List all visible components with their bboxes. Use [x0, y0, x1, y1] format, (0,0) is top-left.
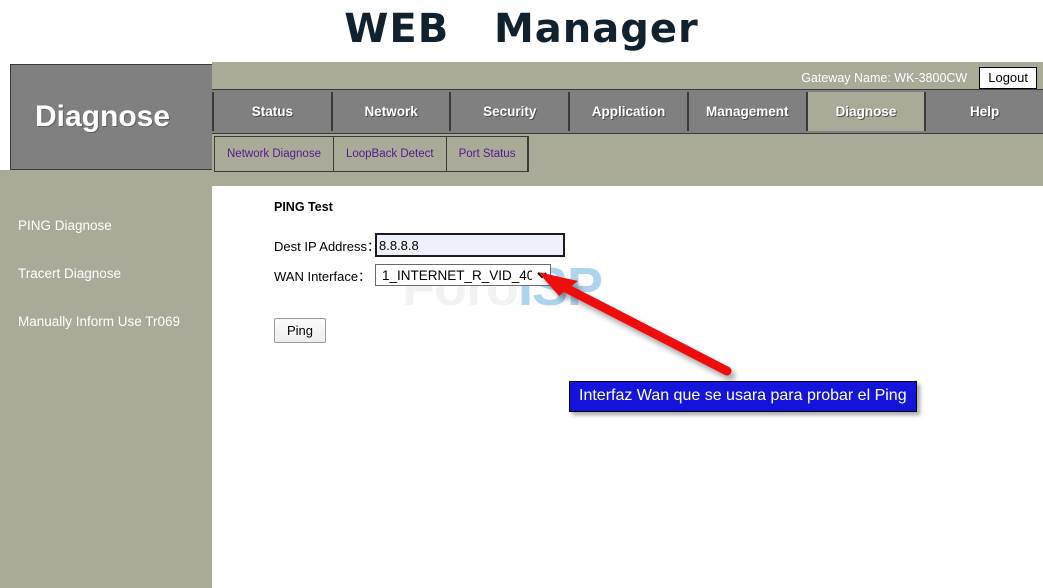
tab-label: Network [364, 104, 418, 119]
sidebar-menu: PING Diagnose Tracert Diagnose Manually … [0, 170, 212, 346]
ping-button[interactable]: Ping [274, 318, 327, 343]
wan-interface-row: WAN Interface： 1_INTERNET_R_VID_400 [274, 262, 565, 288]
tab-label: Security [483, 104, 537, 119]
sidebar-item-ping-diagnose[interactable]: PING Diagnose [0, 202, 212, 250]
content-area: ForoISP PING Test Dest IP Address： WAN I… [212, 186, 1043, 588]
sub-navigation: Network Diagnose LoopBack Detect Port St… [214, 136, 530, 172]
section-title: PING Test [274, 200, 333, 214]
tab-application[interactable]: Application [569, 92, 688, 131]
tab-label: Help [970, 104, 1000, 119]
sidebar-item-manually-inform-tr069[interactable]: Manually Inform Use Tr069 [0, 298, 212, 346]
tab-status[interactable]: Status [212, 92, 332, 131]
sidebar-item-label: Tracert Diagnose [18, 266, 122, 281]
sidebar-item-tracert-diagnose[interactable]: Tracert Diagnose [0, 250, 212, 298]
sidebar-item-label: PING Diagnose [18, 218, 112, 233]
wan-interface-label: WAN Interface： [274, 268, 372, 284]
tab-diagnose[interactable]: Diagnose [806, 92, 926, 131]
sidebar-top-spacer [0, 62, 10, 172]
tab-security[interactable]: Security [450, 92, 570, 131]
sidebar-item-label: Manually Inform Use Tr069 [18, 314, 181, 329]
tab-network[interactable]: Network [331, 92, 451, 131]
subtab-port-status[interactable]: Port Status [446, 137, 529, 171]
tab-label: Application [591, 104, 666, 119]
app-banner: WEB Manager [0, 0, 1043, 62]
dest-ip-row: Dest IP Address： [274, 232, 565, 258]
tab-label: Diagnose [835, 104, 897, 119]
subtab-label: LoopBack Detect [345, 148, 434, 160]
dest-ip-label: Dest IP Address： [274, 238, 380, 254]
subtab-label: Network Diagnose [227, 148, 321, 160]
wan-interface-select[interactable]: 1_INTERNET_R_VID_400 [375, 264, 551, 286]
subtab-network-diagnose[interactable]: Network Diagnose [215, 137, 334, 171]
logout-button[interactable]: Logout [979, 67, 1037, 89]
page-title: Diagnose [35, 100, 171, 133]
tab-management[interactable]: Management [687, 92, 807, 131]
subtab-label: Port Status [458, 148, 516, 160]
tab-help[interactable]: Help [925, 92, 1043, 131]
gateway-bar: Gateway Name: WK-3800CW Logout [801, 66, 1037, 90]
page-title-block: Diagnose [10, 64, 214, 170]
gateway-name-label: Gateway Name: WK-3800CW [801, 71, 968, 85]
sidebar: PING Diagnose Tracert Diagnose Manually … [0, 170, 212, 588]
dest-ip-input[interactable] [375, 233, 565, 257]
app-title: WEB Manager [344, 6, 699, 52]
tab-label: Management [705, 104, 789, 119]
main-navigation: Status Network Security Application Mana… [212, 89, 1043, 134]
ping-test-form: PING Test Dest IP Address： WAN Interface… [274, 200, 565, 343]
subtab-loopback-detect[interactable]: LoopBack Detect [333, 137, 447, 171]
tab-label: Status [251, 104, 293, 119]
